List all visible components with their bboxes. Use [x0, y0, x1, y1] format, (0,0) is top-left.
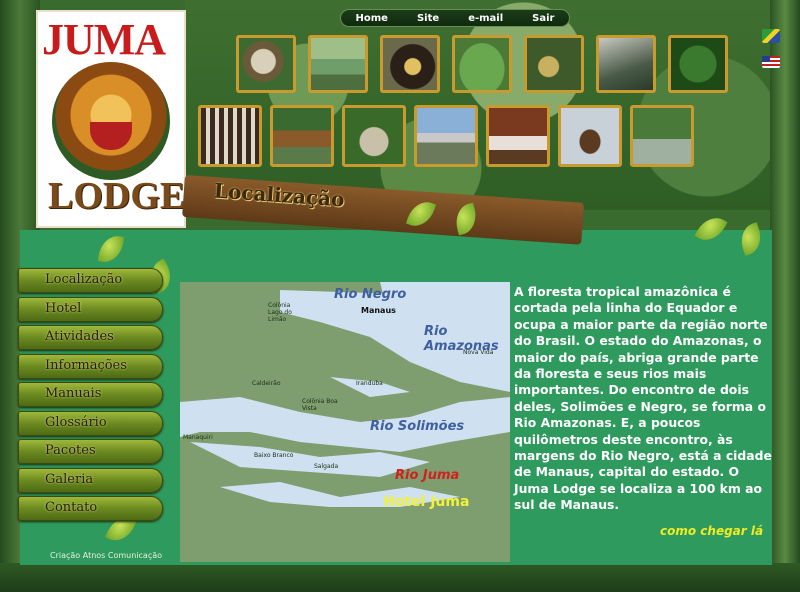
- jacare-icon[interactable]: [596, 35, 656, 93]
- nav-email[interactable]: e-mail: [468, 13, 503, 24]
- quarto-icon[interactable]: [486, 105, 550, 167]
- logo-word-lodge: LODGE: [48, 175, 186, 217]
- place-manaquiri: Manaquiri: [183, 434, 213, 441]
- como-chegar-link[interactable]: como chegar lá: [660, 524, 763, 538]
- nav-site[interactable]: Site: [417, 13, 439, 24]
- menu-item-atividades[interactable]: Atividades: [18, 325, 163, 350]
- cabana-icon[interactable]: [270, 105, 334, 167]
- rede-icon[interactable]: [342, 105, 406, 167]
- top-nav: Home Site e-mail Sair: [340, 9, 570, 27]
- menu-item-informacoes[interactable]: Informações: [18, 353, 163, 379]
- location-map: Rio Negro Rio Amazonas Rio Solimões Mana…: [180, 282, 510, 562]
- label-rio-juma: Rio Juma: [395, 468, 460, 483]
- brazil-flag-icon[interactable]: [762, 29, 780, 43]
- canoe-lake-icon[interactable]: [558, 105, 622, 167]
- menu-item-localizacao[interactable]: Localização: [18, 268, 163, 293]
- barco-icon[interactable]: [414, 105, 478, 167]
- menu-item-contato[interactable]: Contato: [18, 496, 163, 521]
- label-manaus: Manaus: [361, 306, 396, 315]
- label-rio-negro: Rio Negro: [334, 287, 407, 302]
- description-text: A floresta tropical amazônica é cortada …: [514, 284, 772, 513]
- jaguar-icon: [52, 62, 170, 180]
- menu-label: Glossário: [45, 414, 107, 430]
- logo-word-juma: JUMA: [42, 15, 166, 64]
- palafita-icon[interactable]: [630, 105, 694, 167]
- macaco-icon[interactable]: [236, 35, 296, 93]
- menu-label: Localização: [45, 272, 123, 287]
- canoa-icon[interactable]: [308, 35, 368, 93]
- menu-label: Manuais: [45, 386, 102, 401]
- place-caldeirao: Caldeirão: [252, 380, 281, 387]
- place-salgada: Salgada: [314, 463, 339, 470]
- right-vine-border: [770, 0, 800, 592]
- nav-sair[interactable]: Sair: [532, 13, 554, 24]
- menu-label: Contato: [45, 500, 98, 515]
- credit-text: Criação Atnos Comunicação: [50, 551, 163, 560]
- menu-item-galeria[interactable]: Galeria: [18, 467, 163, 493]
- menu-item-hotel[interactable]: Hotel: [18, 296, 163, 322]
- place-colonia-boa-vista: Colônia Boa Vista: [302, 398, 338, 412]
- menu-label: Informações: [45, 357, 127, 373]
- place-iranduba: Iranduba: [356, 380, 383, 387]
- frutas-icon[interactable]: [524, 35, 584, 93]
- menu-item-glossario[interactable]: Glossário: [18, 410, 163, 436]
- vitoria-regia-icon[interactable]: [452, 35, 512, 93]
- left-menu: Localização Hotel Atividades Informações…: [18, 268, 163, 525]
- nav-home[interactable]: Home: [356, 13, 388, 24]
- menu-label: Atividades: [45, 329, 114, 344]
- usa-flag-icon[interactable]: [762, 56, 780, 68]
- bottom-bar: [0, 563, 800, 592]
- anta-icon[interactable]: [198, 105, 262, 167]
- juma-lodge-logo[interactable]: JUMA LODGE: [38, 12, 186, 226]
- folhagem-icon[interactable]: [668, 35, 728, 93]
- ribeirinho-icon[interactable]: [380, 35, 440, 93]
- menu-item-manuais[interactable]: Manuais: [18, 382, 163, 407]
- label-hotel-juma: Hotel Juma: [383, 494, 470, 510]
- menu-label: Galeria: [45, 471, 94, 487]
- label-rio-solimoes: Rio Solimões: [370, 419, 465, 434]
- menu-item-pacotes[interactable]: Pacotes: [18, 439, 163, 464]
- place-colonia-lago-limao: Colônia Lago do Limão: [268, 302, 292, 323]
- place-baixo-branco: Baixo Branco: [254, 452, 294, 459]
- menu-label: Hotel: [45, 300, 82, 316]
- place-nova-vida: Nova Vida: [463, 349, 494, 356]
- menu-label: Pacotes: [45, 443, 96, 458]
